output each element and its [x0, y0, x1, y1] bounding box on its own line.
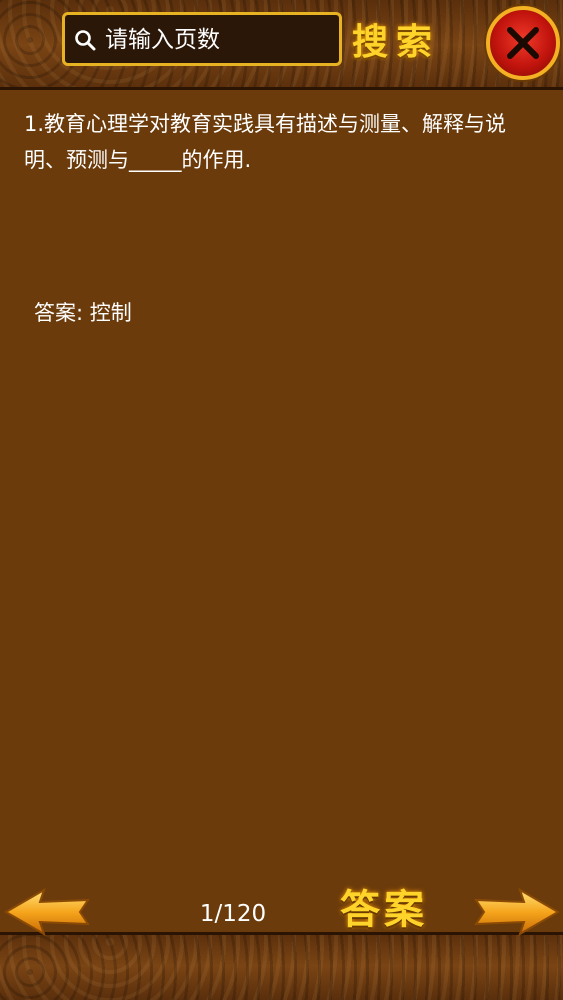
bottom-decorative-border — [0, 932, 563, 1000]
search-button[interactable]: 搜索 — [352, 14, 452, 70]
question-panel: 1.教育心理学对教育实践具有描述与测量、解释与说明、预测与_____的作用. 答… — [0, 90, 563, 936]
arrow-right-icon[interactable] — [474, 888, 560, 936]
close-icon — [507, 27, 539, 59]
close-button[interactable] — [486, 6, 560, 80]
answer-text: 答案: 控制 — [34, 301, 132, 325]
show-answer-button[interactable]: 答案 — [340, 880, 450, 940]
arrow-left-icon[interactable] — [4, 888, 90, 936]
page-indicator: 1/120 — [199, 901, 267, 927]
question-text: 1.教育心理学对教育实践具有描述与测量、解释与说明、预测与_____的作用. — [24, 112, 507, 172]
app-screen: 搜索 1.教育心理学对教育实践具有描述与测量、解释与说明、预测与_____的作用… — [0, 0, 563, 1000]
search-icon — [75, 30, 96, 51]
search-input[interactable] — [103, 19, 335, 61]
search-box[interactable] — [62, 12, 342, 66]
